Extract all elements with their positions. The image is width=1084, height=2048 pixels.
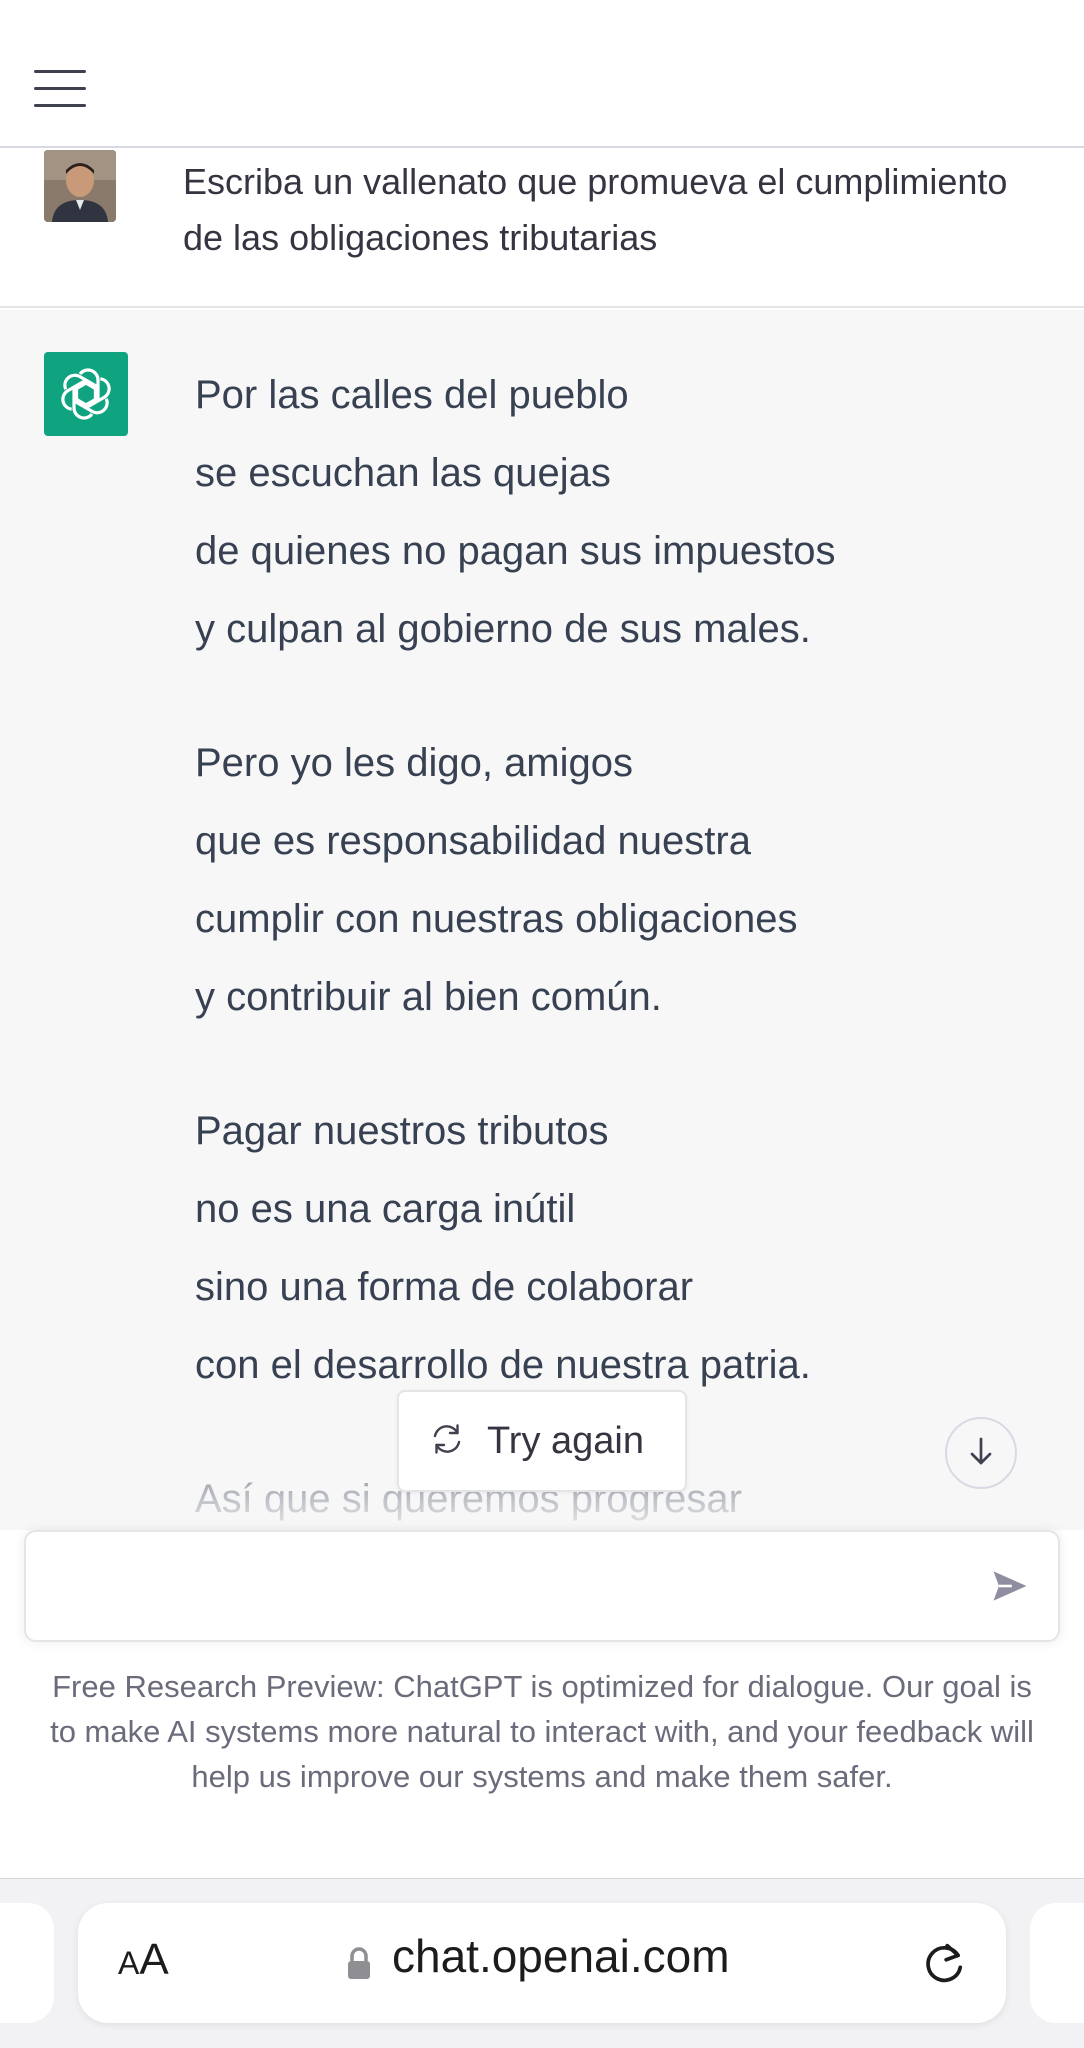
send-icon	[988, 1564, 1032, 1613]
try-again-button[interactable]: Try again	[397, 1390, 687, 1492]
poem-line: sino una forma de colaborar	[195, 1265, 694, 1309]
try-again-label: Try again	[487, 1419, 644, 1462]
disclaimer-text: Free Research Preview: ChatGPT is optimi…	[50, 1669, 1034, 1794]
arrow-down-icon	[963, 1433, 999, 1474]
message-input-box[interactable]	[24, 1530, 1060, 1642]
poem-line: Pagar nuestros tributos	[195, 1109, 609, 1153]
assistant-message-row: Por las calles del pueblo se escuchan la…	[0, 310, 1084, 1530]
hamburger-menu-icon[interactable]	[30, 70, 92, 114]
poem-line: y culpan al gobierno de sus males.	[195, 607, 811, 651]
openai-logo-icon	[44, 352, 128, 436]
poem-line: no es una carga inútil	[195, 1187, 576, 1231]
poem-line: Por las calles del pueblo	[195, 373, 629, 417]
poem-stanza: Pagar nuestros tributos no es una carga …	[195, 1092, 1055, 1404]
reload-icon[interactable]	[918, 1937, 970, 1989]
lock-icon	[346, 1947, 372, 1981]
text-size-button[interactable]: AA	[118, 1935, 169, 1985]
assistant-message-text: Por las calles del pueblo se escuchan la…	[195, 356, 1055, 1530]
poem-stanza: Por las calles del pueblo se escuchan la…	[195, 356, 1055, 668]
user-message-text: Escriba un vallenato que promueva el cum…	[183, 161, 1008, 258]
poem-line: cumplir con nuestras obligaciones	[195, 897, 798, 941]
browser-address-bar: AA chat.openai.com	[0, 1878, 1084, 2048]
scroll-to-bottom-button[interactable]	[945, 1417, 1017, 1489]
poem-line: y contribuir al bien común.	[195, 975, 662, 1019]
poem-line: Pero yo les digo, amigos	[195, 741, 634, 785]
app-header	[0, 0, 1084, 148]
address-field[interactable]: AA chat.openai.com	[78, 1903, 1006, 2023]
poem-line: de quienes no pagan sus impuestos	[195, 529, 836, 573]
send-button[interactable]	[982, 1560, 1038, 1616]
poem-line: se escuchan las quejas	[195, 451, 611, 495]
composer-area: Free Research Preview: ChatGPT is optimi…	[0, 1530, 1084, 1878]
user-avatar	[44, 150, 116, 222]
poem-stanza: Pero yo les digo, amigos que es responsa…	[195, 724, 1055, 1036]
poem-line: que es responsabilidad nuestra	[195, 819, 751, 863]
refresh-icon	[429, 1421, 465, 1462]
message-input[interactable]	[52, 1562, 972, 1614]
previous-tab-preview[interactable]	[0, 1903, 54, 2023]
url-text: chat.openai.com	[392, 1930, 730, 1982]
next-tab-preview[interactable]	[1030, 1903, 1084, 2023]
user-message-row: Escriba un vallenato que promueva el cum…	[0, 148, 1084, 308]
